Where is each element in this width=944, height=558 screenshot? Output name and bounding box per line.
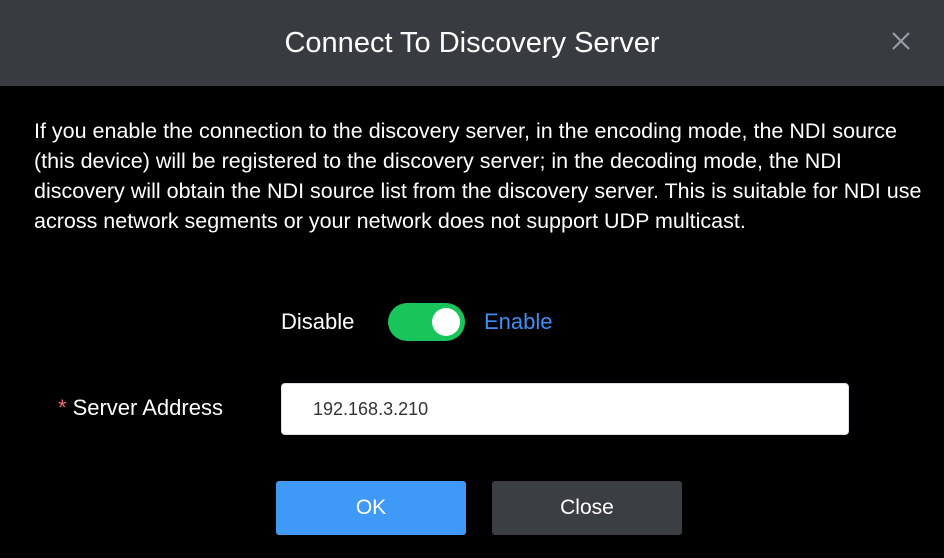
close-button[interactable]: Close [492,481,682,535]
dialog-header: Connect To Discovery Server [0,0,944,86]
dialog-title: Connect To Discovery Server [284,27,660,59]
enable-switch[interactable] [388,303,465,341]
enable-label: Enable [484,309,553,334]
close-icon[interactable] [888,28,914,54]
enable-toggle-row: Disable Enable [0,300,944,344]
switch-knob [432,308,460,336]
disable-label: Disable [281,309,355,334]
ok-button[interactable]: OK [276,481,466,535]
server-address-label: * Server Address [58,394,223,422]
required-mark: * [58,395,67,420]
connect-discovery-server-dialog: Connect To Discovery Server If you enabl… [0,0,944,558]
dialog-description: If you enable the connection to the disc… [34,119,922,233]
server-address-row: * Server Address [0,383,944,435]
server-address-label-text: Server Address [72,395,223,420]
server-address-input[interactable] [281,383,849,435]
